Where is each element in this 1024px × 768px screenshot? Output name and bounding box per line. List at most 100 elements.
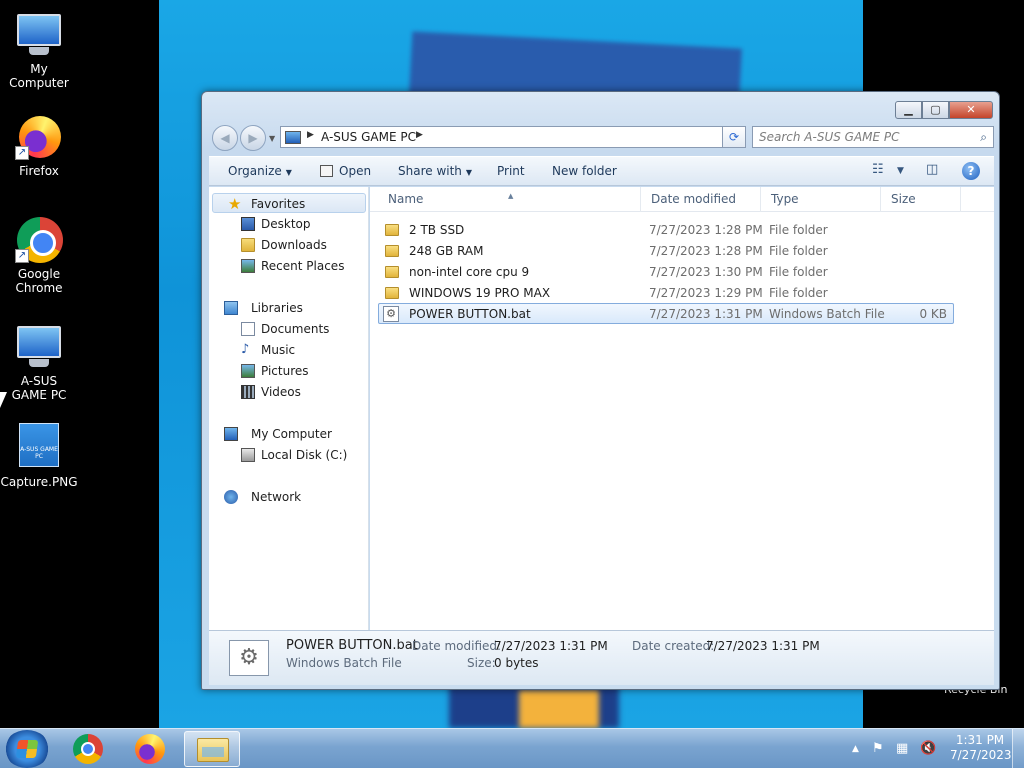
window-controls: ▁ ▢ ✕ bbox=[895, 101, 993, 119]
batch-file-gear-icon: ⚙ bbox=[229, 640, 269, 676]
new-folder-button[interactable]: New folder bbox=[552, 164, 617, 178]
details-filename: POWER BUTTON.bat bbox=[286, 638, 418, 653]
computer-icon bbox=[224, 427, 238, 441]
taskbar-app-explorer[interactable] bbox=[184, 731, 240, 767]
share-with-button[interactable]: Share with ▼ bbox=[398, 164, 472, 178]
file-date: 7/27/2023 1:30 PM bbox=[649, 265, 763, 279]
change-view-icon[interactable]: ☷ bbox=[872, 162, 884, 177]
image-thumbnail-icon: A-SUS GAME PC bbox=[15, 423, 63, 471]
chevron-down-icon: ▼ bbox=[465, 168, 473, 177]
details-date-modified: 7/27/2023 1:31 PM bbox=[494, 639, 608, 653]
folder-icon bbox=[385, 266, 399, 278]
recent-pages-dropdown-icon[interactable]: ▼ bbox=[269, 134, 275, 143]
nav-item-label: Desktop bbox=[261, 217, 311, 231]
taskbar-app-firefox[interactable] bbox=[122, 731, 178, 767]
maximize-button[interactable]: ▢ bbox=[922, 101, 949, 119]
organize-label: Organize bbox=[228, 164, 282, 178]
nav-item-network[interactable]: Network bbox=[209, 487, 368, 507]
refresh-button[interactable]: ⟳ bbox=[722, 126, 746, 148]
network-status-icon[interactable]: ▦ bbox=[896, 741, 908, 756]
organize-button[interactable]: Organize ▼ bbox=[228, 164, 292, 178]
nav-item-libraries[interactable]: Libraries bbox=[209, 298, 368, 318]
nav-item-recent-places[interactable]: Recent Places bbox=[209, 256, 368, 276]
explorer-window: ▁ ▢ ✕ ◀ ▶ ▼ ▶ A-SUS GAME PC ▶ ▼ ⟳ ⌕ Orga… bbox=[201, 91, 1000, 690]
file-type: File folder bbox=[769, 223, 828, 237]
search-input[interactable] bbox=[759, 130, 969, 144]
nav-item-downloads[interactable]: Downloads bbox=[209, 235, 368, 255]
documents-icon bbox=[241, 322, 255, 336]
nav-item-documents[interactable]: Documents bbox=[209, 319, 368, 339]
share-with-label: Share with bbox=[398, 164, 462, 178]
address-bar[interactable]: ▶ A-SUS GAME PC ▶ ▼ bbox=[280, 126, 746, 148]
libraries-icon bbox=[224, 301, 238, 315]
details-pane: ⚙ POWER BUTTON.bat Windows Batch File Da… bbox=[209, 630, 994, 685]
back-button[interactable]: ◀ bbox=[212, 125, 238, 151]
star-icon: ★ bbox=[228, 195, 242, 213]
file-row-selected[interactable]: ⚙ POWER BUTTON.bat 7/27/2023 1:31 PM Win… bbox=[378, 303, 954, 324]
file-name: 2 TB SSD bbox=[409, 223, 465, 237]
mouse-cursor-icon bbox=[0, 392, 7, 408]
print-button[interactable]: Print bbox=[497, 164, 525, 178]
nav-item-label: Downloads bbox=[261, 238, 327, 252]
nav-item-label: Pictures bbox=[261, 364, 309, 378]
open-icon bbox=[320, 165, 333, 177]
desktop-icon-my-computer[interactable]: My Computer bbox=[0, 10, 78, 90]
clock[interactable]: 1:31 PM 7/27/2023 bbox=[950, 733, 1012, 763]
file-date: 7/27/2023 1:28 PM bbox=[649, 223, 763, 237]
help-icon[interactable]: ? bbox=[962, 162, 980, 180]
preview-pane-icon[interactable]: ◫ bbox=[926, 162, 938, 177]
search-icon[interactable]: ⌕ bbox=[980, 130, 987, 145]
taskbar-app-chrome[interactable] bbox=[60, 731, 116, 767]
firefox-icon: ↗ bbox=[15, 112, 63, 160]
nav-item-desktop[interactable]: Desktop bbox=[209, 214, 368, 234]
nav-item-my-computer[interactable]: My Computer bbox=[209, 424, 368, 444]
desktop-icon-asus-game-pc[interactable]: A-SUS GAME PC bbox=[0, 322, 78, 402]
column-header-name[interactable]: Name ▲ bbox=[378, 187, 641, 212]
downloads-folder-icon bbox=[241, 238, 255, 252]
system-tray: ▲ ⚑ ▦ 🔇 1:31 PM 7/27/2023 bbox=[834, 729, 1024, 768]
start-button[interactable] bbox=[4, 730, 50, 768]
open-button[interactable]: Open bbox=[320, 164, 371, 178]
file-row[interactable]: 2 TB SSD 7/27/2023 1:28 PM File folder bbox=[378, 219, 954, 240]
file-row[interactable]: 248 GB RAM 7/27/2023 1:28 PM File folder bbox=[378, 240, 954, 261]
file-name: POWER BUTTON.bat bbox=[409, 307, 531, 321]
navigation-pane: ★ Favorites Desktop Downloads Recent Pla… bbox=[209, 187, 369, 630]
nav-item-favorites[interactable]: ★ Favorites bbox=[212, 193, 366, 213]
file-size: 0 KB bbox=[919, 307, 947, 321]
breadcrumb-item[interactable]: A-SUS GAME PC bbox=[321, 130, 416, 144]
file-row[interactable]: WINDOWS 19 PRO MAX 7/27/2023 1:29 PM Fil… bbox=[378, 282, 954, 303]
forward-button[interactable]: ▶ bbox=[240, 125, 266, 151]
file-row[interactable]: non-intel core cpu 9 7/27/2023 1:30 PM F… bbox=[378, 261, 954, 282]
minimize-button[interactable]: ▁ bbox=[895, 101, 922, 119]
breadcrumb-separator-icon[interactable]: ▶ bbox=[416, 130, 423, 140]
file-name: WINDOWS 19 PRO MAX bbox=[409, 286, 551, 300]
recent-places-icon bbox=[241, 259, 255, 273]
column-header-type[interactable]: Type bbox=[761, 187, 881, 212]
nav-item-label: Libraries bbox=[251, 301, 303, 315]
chrome-icon: ↗ bbox=[15, 215, 63, 263]
nav-item-music[interactable]: ♪ Music bbox=[209, 340, 368, 360]
show-desktop-button[interactable] bbox=[1012, 729, 1024, 768]
column-header-date-modified[interactable]: Date modified bbox=[641, 187, 761, 212]
column-headers: Name ▲ Date modified Type Size bbox=[370, 187, 994, 212]
sort-indicator-icon: ▲ bbox=[508, 192, 514, 200]
search-box[interactable]: ⌕ bbox=[752, 126, 994, 148]
close-button[interactable]: ✕ bbox=[949, 101, 993, 119]
nav-item-videos[interactable]: Videos bbox=[209, 382, 368, 402]
nav-item-local-disk[interactable]: Local Disk (C:) bbox=[209, 445, 368, 465]
command-bar: Organize ▼ Open Share with ▼ Print New fol… bbox=[209, 156, 994, 186]
breadcrumb-separator-icon[interactable]: ▶ bbox=[307, 130, 314, 140]
desktop-icon-capture-png[interactable]: A-SUS GAME PC Capture.PNG bbox=[0, 423, 78, 489]
details-date-created-label: Date created: bbox=[632, 639, 715, 653]
desktop-icon-label: Capture.PNG bbox=[0, 475, 78, 489]
column-header-size[interactable]: Size bbox=[881, 187, 961, 212]
show-hidden-icons-icon[interactable]: ▲ bbox=[852, 744, 859, 754]
desktop-icon-google-chrome[interactable]: ↗ Google Chrome bbox=[0, 215, 78, 295]
action-center-icon[interactable]: ⚑ bbox=[872, 741, 884, 756]
computer-icon bbox=[285, 131, 301, 144]
volume-muted-icon[interactable]: 🔇 bbox=[920, 741, 936, 756]
view-options-dropdown-icon[interactable]: ▼ bbox=[897, 166, 904, 176]
details-date-created: 7/27/2023 1:31 PM bbox=[706, 639, 820, 653]
desktop-icon-firefox[interactable]: ↗ Firefox bbox=[0, 112, 78, 178]
nav-item-pictures[interactable]: Pictures bbox=[209, 361, 368, 381]
